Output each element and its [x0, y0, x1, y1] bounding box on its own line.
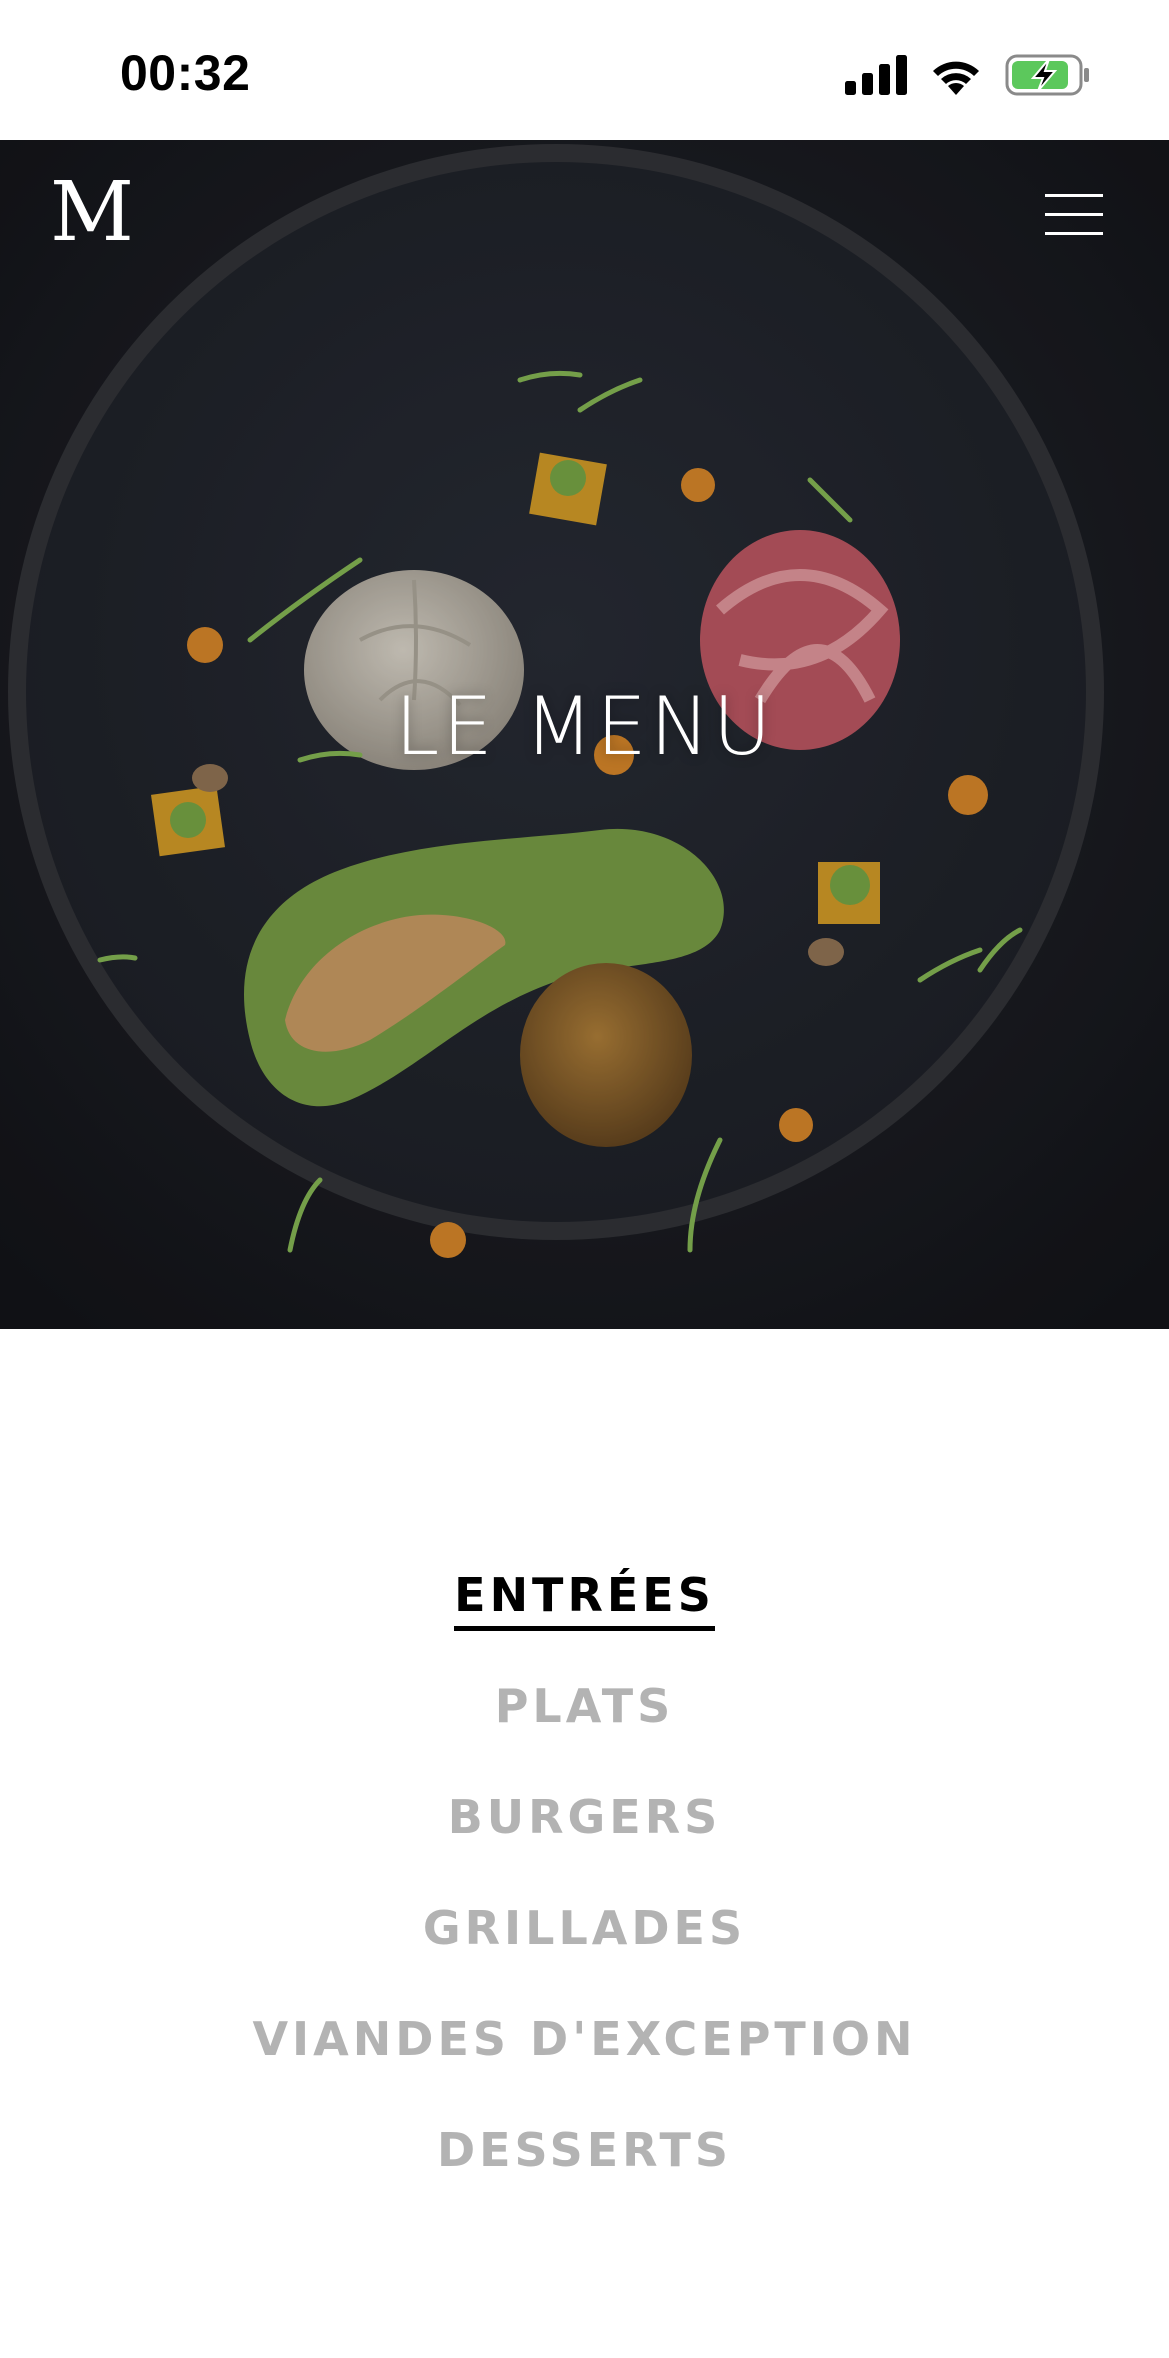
hamburger-menu-icon[interactable]	[1045, 192, 1105, 238]
status-bar: 00:32	[0, 0, 1169, 140]
status-icons	[845, 54, 1091, 100]
hero-banner: M LE MENU	[0, 140, 1169, 1329]
category-plats[interactable]: PLATS	[0, 1651, 1169, 1762]
wifi-icon	[929, 55, 983, 100]
category-burgers[interactable]: BURGERS	[0, 1762, 1169, 1873]
menu-line	[1045, 213, 1103, 216]
category-desserts[interactable]: DESSERTS	[0, 2095, 1169, 2206]
status-time: 00:32	[120, 45, 251, 101]
menu-line	[1045, 232, 1103, 235]
category-label: BURGERS	[447, 1790, 722, 1844]
category-label: GRILLADES	[422, 1901, 747, 1955]
menu-line	[1045, 194, 1103, 197]
category-label: VIANDES D'EXCEPTION	[252, 2012, 917, 2066]
menu-page: 00:32 M LE MENU ENTRÉES PLATS BURGERS GR…	[0, 0, 1169, 2358]
category-viandes-d-exception[interactable]: VIANDES D'EXCEPTION	[0, 1984, 1169, 2095]
category-entrees[interactable]: ENTRÉES	[0, 1540, 1169, 1651]
menu-category-list: ENTRÉES PLATS BURGERS GRILLADES VIANDES …	[0, 1540, 1169, 2206]
page-title: LE MENU	[394, 680, 775, 773]
cellular-signal-icon	[845, 54, 907, 100]
battery-charging-icon	[1005, 54, 1091, 101]
category-label: DESSERTS	[436, 2123, 733, 2177]
brand-logo[interactable]: M	[50, 172, 134, 254]
category-label: ENTRÉES	[454, 1568, 715, 1631]
category-label: PLATS	[494, 1679, 675, 1733]
category-grillades[interactable]: GRILLADES	[0, 1873, 1169, 1984]
